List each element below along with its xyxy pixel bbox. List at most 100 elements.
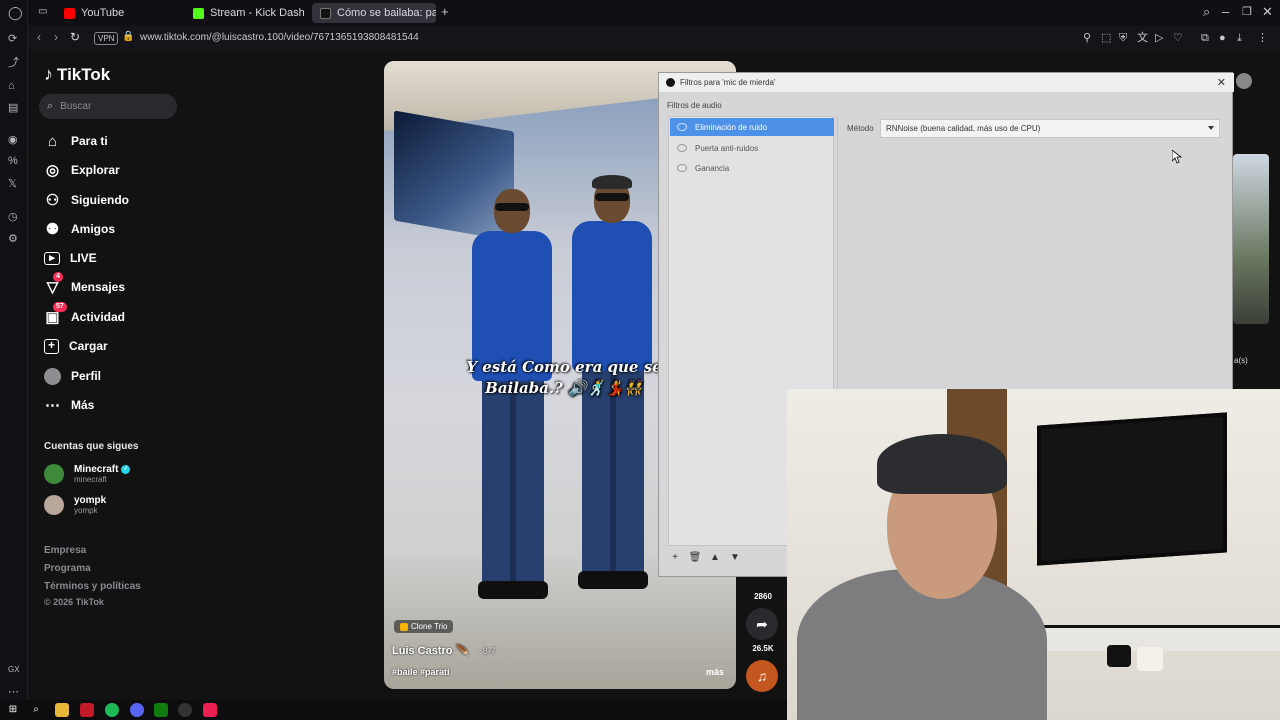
tab-youtube[interactable]: YouTube [56,3,176,23]
video-hashtags[interactable]: #baile #parati [392,667,450,677]
download-icon[interactable]: ⤓ [1237,32,1242,44]
following-minecraft[interactable]: Minecraft ✓ minecraft [44,464,131,484]
move-up-button[interactable]: ▲ [708,551,722,565]
translate-icon[interactable]: 文 [1137,32,1148,44]
visibility-eye-icon[interactable] [677,144,687,152]
filter-gain[interactable]: Ganancia [670,159,834,177]
friends-icon: ⚉ [45,221,60,238]
effect-icon [400,622,408,631]
tabs-menu-icon[interactable]: ▭ [38,5,47,19]
webcam-dice-dark [1107,645,1131,667]
nav-mensajes[interactable]: ▽ 4 Mensajes [44,272,125,297]
start-icon[interactable]: ⊞ [6,703,20,717]
tab-kick[interactable]: Stream - Kick Dashboard [185,3,305,23]
nav-perfil[interactable]: Perfil [44,366,101,386]
x-twitter-icon[interactable]: 𝕏 [8,178,17,190]
nav-para-ti[interactable]: ⌂ Para ti [44,131,108,151]
avatar [44,495,64,515]
twitch-icon[interactable]: ⌂ [8,80,15,92]
file-explorer-icon[interactable] [55,703,69,717]
sync-icon[interactable]: ⟳ [8,33,17,45]
avatar[interactable] [1236,73,1252,89]
video-author[interactable]: Luis Castro 🪶 · 8-7 [392,644,496,657]
share-button[interactable]: ➦ [746,608,778,640]
nav-siguiendo[interactable]: ⚇ Siguiendo [44,190,129,210]
compass-icon: ◎ [45,162,60,179]
video-thumbnail[interactable] [1233,154,1269,324]
tiktok-logo[interactable]: ♪ TikTok [44,64,110,85]
pin-icon[interactable]: ⚲ [1083,32,1091,44]
music-disc-icon: ♫ [756,668,768,684]
filter-label: Eliminación de ruido [695,122,768,132]
following-yompk[interactable]: yompk yompk [44,495,106,515]
filter-noise-suppression[interactable]: Eliminación de ruido [670,118,834,136]
minimize-icon[interactable]: – [1222,5,1229,19]
right-panel-fragment: a(s) [1233,72,1280,389]
url-field[interactable]: www.tiktok.com/@luiscastro.100/video/767… [140,32,419,43]
gx-icon[interactable]: GX [8,664,20,676]
nav-label: Cargar [69,339,108,353]
method-select[interactable]: RNNoise (buena calidad, más uso de CPU) [880,119,1220,138]
snapshot-icon[interactable]: ⬚ [1101,32,1111,44]
menu-icon[interactable]: ⋮ [1257,32,1268,44]
extensions-icon[interactable]: ⧉ [1201,32,1209,44]
add-filter-button[interactable]: + [668,551,682,565]
lock-icon[interactable]: 🔒 [122,30,134,44]
search-icon[interactable]: ⌕ [29,703,43,717]
method-value: RNNoise (buena calidad, más uso de CPU) [886,124,1041,133]
play-icon[interactable]: ▷ [1155,32,1163,44]
footer-terminos[interactable]: Términos y políticas [44,581,141,592]
tab-tiktok[interactable]: Cómo se bailaba: pasos cl... [312,3,436,23]
search-tabs-icon[interactable]: ⌕ [1203,5,1210,19]
filter-noise-gate[interactable]: Puerta anti-ruidos [670,139,834,157]
search-box[interactable]: ⌕ [39,94,177,119]
xbox-icon[interactable] [154,703,168,717]
vpn-badge[interactable]: VPN [94,32,119,45]
remove-filter-button[interactable]: 🗑 [688,551,702,565]
forward-icon[interactable]: › [54,30,58,44]
dialog-titlebar[interactable]: Filtros para 'mic de mierda' [659,73,1234,92]
nav-live[interactable]: ▸ LIVE [44,248,97,268]
dancer-right [564,175,659,619]
back-icon[interactable]: ‹ [37,30,41,44]
discord-sidebar-icon[interactable]: ◉ [8,134,18,146]
music-disc[interactable]: ♫ [746,660,778,692]
account-icon[interactable]: ● [1219,32,1226,44]
flow-icon[interactable]: ⤴ [8,57,19,69]
close-icon[interactable]: ✕ [1217,76,1226,89]
spotify-icon[interactable] [105,703,119,717]
following-handle: yompk [74,506,98,515]
reload-icon[interactable]: ↻ [70,30,80,44]
nav-mas[interactable]: ⋯ Más [44,395,94,415]
nav-cargar[interactable]: + Cargar [44,336,108,356]
move-down-button[interactable]: ▼ [728,551,742,565]
close-window-icon[interactable]: ✕ [1262,5,1273,19]
search-input[interactable] [60,101,161,112]
whatsapp-icon[interactable]: ▤ [8,102,18,114]
history-icon[interactable]: ◷ [8,211,18,223]
nav-amigos[interactable]: ⚉ Amigos [44,219,115,239]
nav-actividad[interactable]: ▣ 57 Actividad [44,302,125,327]
maximize-icon[interactable]: ❐ [1242,5,1252,19]
new-tab-button[interactable]: + [441,5,449,19]
visibility-eye-icon[interactable] [677,123,687,131]
shield-icon[interactable]: ⛨ [1119,32,1127,44]
opera-logo-icon[interactable]: ◯ [8,6,23,19]
more-dots-icon[interactable]: ⋯ [8,686,19,698]
settings-icon[interactable]: ⚙ [8,233,18,245]
tiktok-icon[interactable] [203,703,217,717]
filter-label: Puerta anti-ruidos [695,143,759,153]
heart-icon[interactable]: ♡ [1173,32,1183,44]
filter-label: Ganancia [695,163,730,173]
percent-icon[interactable]: % [8,155,18,167]
opera-gx-icon[interactable] [80,703,94,717]
visibility-eye-icon[interactable] [677,164,687,172]
discord-icon[interactable] [130,703,144,717]
footer-empresa[interactable]: Empresa [44,545,86,556]
nav-label: Perfil [71,369,102,383]
footer-programa[interactable]: Programa [44,563,91,574]
obs-icon[interactable] [178,703,192,717]
video-more-link[interactable]: más [706,667,724,677]
effect-tag[interactable]: Clone Trio [394,620,454,633]
nav-explorar[interactable]: ◎ Explorar [44,160,120,180]
